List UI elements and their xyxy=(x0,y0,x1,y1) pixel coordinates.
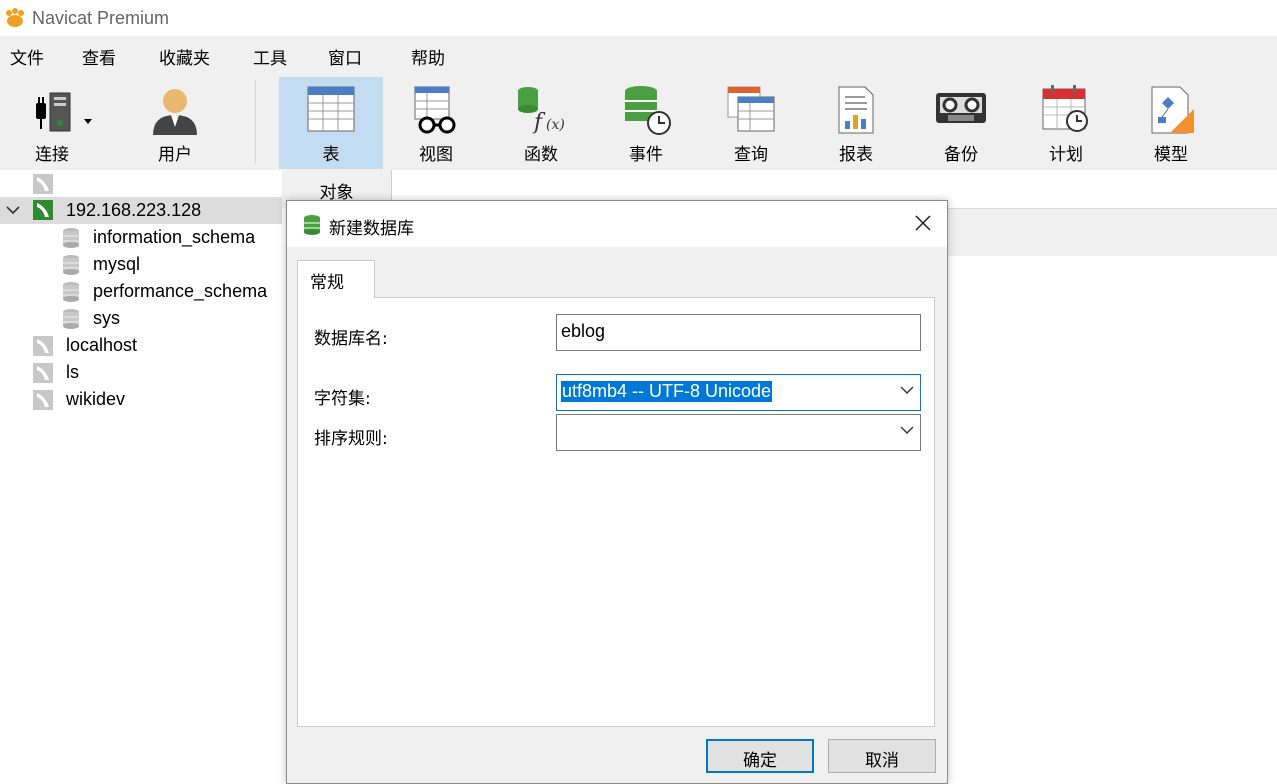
tree-row-connection[interactable]: ls xyxy=(0,359,282,386)
navicat-logo-icon xyxy=(6,8,24,27)
schedule-label: 计划 xyxy=(1049,145,1083,165)
ok-button[interactable]: 确定 xyxy=(706,739,814,773)
menu-window[interactable]: 窗口 xyxy=(328,44,362,69)
event-icon xyxy=(625,86,671,135)
menu-favorites[interactable]: 收藏夹 xyxy=(159,44,210,69)
mysql-connection-icon xyxy=(33,336,53,356)
function-label: 函数 xyxy=(524,145,558,165)
connection-name: localhost xyxy=(66,335,138,355)
query-label: 查询 xyxy=(734,145,768,165)
query-icon xyxy=(727,86,775,132)
tree-row-connection[interactable]: wikidev xyxy=(0,386,282,413)
collation-select[interactable] xyxy=(556,414,921,451)
backup-label: 备份 xyxy=(944,145,978,165)
model-icon xyxy=(1151,86,1194,134)
table-label: 表 xyxy=(322,145,340,165)
tree-row-connection[interactable]: 192.168.223.128 xyxy=(0,197,282,224)
view-button[interactable]: 视图 xyxy=(384,77,488,169)
database-icon xyxy=(63,255,79,275)
view-icon xyxy=(414,86,456,134)
database-icon xyxy=(304,215,320,235)
table-icon xyxy=(307,86,355,132)
chevron-down-icon[interactable] xyxy=(900,385,914,395)
new-database-dialog: 新建数据库 常规 数据库名: eblog 字符集: utf8mb4 -- UTF… xyxy=(286,200,948,784)
tree-row-connection[interactable]: localhost xyxy=(0,332,282,359)
svg-text:(x): (x) xyxy=(546,117,565,133)
report-icon xyxy=(838,86,874,134)
plug-icon xyxy=(36,92,92,132)
database-name: sys xyxy=(93,308,120,328)
tree-row-database[interactable]: mysql xyxy=(0,251,282,278)
general-panel: 数据库名: eblog 字符集: utf8mb4 -- UTF-8 Unicod… xyxy=(297,297,935,727)
connection-tree[interactable]: 192.168.223.128 information_schema mysql… xyxy=(0,170,282,784)
table-button[interactable]: 表 xyxy=(279,77,383,169)
report-button[interactable]: 报表 xyxy=(804,77,908,169)
connect-button[interactable]: 连接 xyxy=(10,77,114,169)
database-icon xyxy=(63,309,79,329)
chevron-down-icon[interactable] xyxy=(6,205,20,215)
mysql-connection-icon xyxy=(33,363,53,383)
tree-row-database[interactable]: information_schema xyxy=(0,224,282,251)
function-icon: f (x) xyxy=(518,87,565,135)
svg-text:f: f xyxy=(532,110,546,135)
event-button[interactable]: 事件 xyxy=(594,77,698,169)
connection-name: ls xyxy=(66,362,79,382)
chevron-down-icon[interactable] xyxy=(900,425,914,435)
query-button[interactable]: 查询 xyxy=(699,77,803,169)
mysql-connection-icon xyxy=(33,174,53,194)
db-name-label: 数据库名: xyxy=(314,329,388,349)
connect-label: 连接 xyxy=(35,145,69,165)
model-button[interactable]: 模型 xyxy=(1119,77,1223,169)
collation-label: 排序规则: xyxy=(314,429,388,449)
user-label: 用户 xyxy=(158,145,192,165)
database-icon xyxy=(63,228,79,248)
charset-select[interactable]: utf8mb4 -- UTF-8 Unicode xyxy=(556,374,921,411)
function-button[interactable]: f (x) 函数 xyxy=(489,77,593,169)
model-label: 模型 xyxy=(1154,145,1188,165)
mysql-connection-icon xyxy=(33,200,53,220)
menu-file[interactable]: 文件 xyxy=(10,44,44,69)
tree-row-hidden-connection[interactable] xyxy=(0,170,282,197)
tree-row-database[interactable]: sys xyxy=(0,305,282,332)
menu-tools[interactable]: 工具 xyxy=(253,44,287,69)
mysql-connection-icon xyxy=(33,390,53,410)
tab-general[interactable]: 常规 xyxy=(297,260,375,298)
charset-value: utf8mb4 -- UTF-8 Unicode xyxy=(561,381,773,402)
dialog-title-bar: 新建数据库 xyxy=(287,201,947,247)
event-label: 事件 xyxy=(629,145,663,165)
tree-row-database[interactable]: performance_schema xyxy=(0,278,282,305)
database-name: performance_schema xyxy=(93,281,268,301)
dialog-title: 新建数据库 xyxy=(329,219,414,239)
toolbar: 连接 用户 表 视图 f (x) 函数 事件 查询 报表 备份 计划 模型 xyxy=(0,74,1277,170)
schedule-button[interactable]: 计划 xyxy=(1014,77,1118,169)
database-icon xyxy=(63,282,79,302)
db-name-input[interactable]: eblog xyxy=(556,314,921,351)
connection-name: 192.168.223.128 xyxy=(66,200,202,220)
toolbar-separator xyxy=(255,80,256,164)
connection-name: wikidev xyxy=(66,389,126,409)
menu-bar: 文件 查看 收藏夹 工具 窗口 帮助 xyxy=(0,36,1277,74)
schedule-icon xyxy=(1042,85,1088,132)
report-label: 报表 xyxy=(839,145,873,165)
database-name: information_schema xyxy=(93,227,256,247)
user-button[interactable]: 用户 xyxy=(123,77,227,169)
menu-help[interactable]: 帮助 xyxy=(411,44,445,69)
view-label: 视图 xyxy=(419,145,453,165)
database-name: mysql xyxy=(93,254,141,274)
backup-button[interactable]: 备份 xyxy=(909,77,1013,169)
cancel-button[interactable]: 取消 xyxy=(828,739,936,773)
user-icon xyxy=(153,89,197,135)
title-bar: Navicat Premium xyxy=(0,0,1277,36)
db-name-value: eblog xyxy=(561,321,606,341)
backup-icon xyxy=(936,93,986,123)
window-title: Navicat Premium xyxy=(32,7,170,28)
charset-label: 字符集: xyxy=(314,389,371,409)
close-icon[interactable] xyxy=(913,213,933,233)
menu-view[interactable]: 查看 xyxy=(82,44,116,69)
